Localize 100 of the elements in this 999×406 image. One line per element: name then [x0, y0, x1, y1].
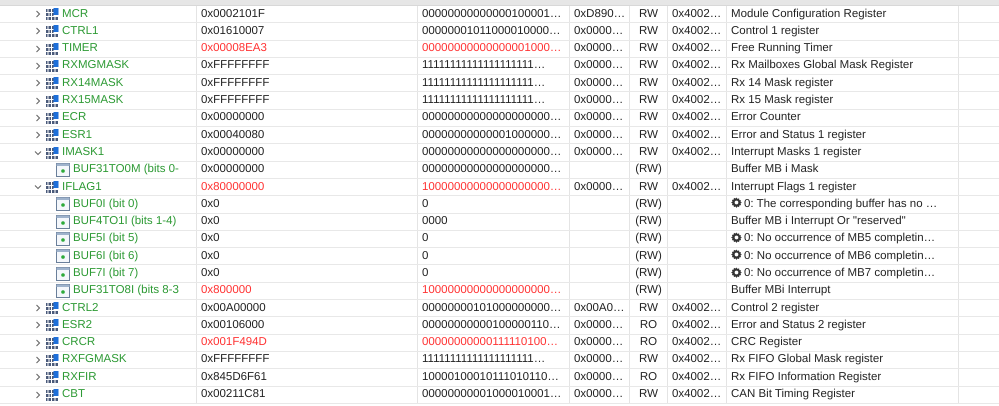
hex-text: 0x0000… [574, 93, 624, 108]
access-text: (RW) [635, 162, 662, 178]
field-name[interactable]: BUF6I (bit 6) [73, 248, 138, 264]
register-icon [46, 319, 59, 332]
hex-text: 0x0000… [574, 370, 624, 385]
bits-text: 0000 [422, 214, 448, 230]
description-text: Interrupt Masks 1 register [731, 144, 862, 160]
bits-text: 00000000000000000000… [422, 162, 562, 178]
register-name[interactable]: RX14MASK [62, 75, 124, 92]
description-text: Rx FIFO Information Register [731, 370, 882, 385]
address-text: 0x4002… [672, 180, 722, 194]
field-name[interactable]: BUF0I (bit 0) [73, 196, 138, 213]
description-text: CAN Bit Timing Register [731, 387, 855, 402]
bits-text: 11111111111111111111… [422, 352, 546, 368]
expand-chevron-icon[interactable] [34, 96, 42, 105]
register-name[interactable]: CRCR [62, 334, 96, 351]
hex-text: 0x0000… [574, 76, 624, 91]
register-name[interactable]: IFLAG1 [62, 178, 102, 196]
register-name[interactable]: RX15MASK [62, 92, 124, 109]
description-text: Rx 14 Mask register [731, 76, 834, 91]
register-name[interactable]: ESR2 [62, 317, 92, 334]
bits-text: 0 [422, 266, 428, 281]
expand-chevron-icon[interactable] [34, 338, 42, 347]
access-text: RW [639, 128, 658, 143]
register-icon [46, 371, 59, 384]
address-text: 0x4002… [672, 76, 722, 91]
value-text: 0x00000000 [201, 110, 264, 126]
value-text: 0x0002101F [201, 6, 265, 22]
register-name[interactable]: CTRL1 [62, 23, 98, 40]
description-text: Interrupt Flags 1 register [731, 180, 856, 194]
access-text: RW [639, 41, 658, 56]
description-text: Buffer MB i Mask [731, 162, 818, 178]
value-text: 0x0 [201, 231, 220, 246]
register-name[interactable]: RXFGMASK [62, 352, 127, 368]
register-name[interactable]: RXFIR [62, 369, 96, 386]
value-text: 0x00000000 [201, 144, 264, 160]
value-text: 0x00008EA3 [201, 41, 267, 56]
value-text: 0xFFFFFFFF [201, 58, 270, 74]
access-text: RW [639, 144, 658, 160]
address-text: 0x4002… [672, 41, 722, 56]
description-text: Error Counter [731, 110, 801, 126]
value-text: 0x00211C81 [201, 387, 266, 402]
expand-chevron-icon[interactable] [34, 304, 42, 312]
expand-chevron-icon[interactable] [34, 373, 42, 382]
expand-chevron-icon[interactable] [34, 62, 42, 70]
collapse-chevron-icon[interactable] [34, 183, 42, 192]
value-text: 0x01610007 [201, 24, 264, 39]
description-text: Buffer MBi Interrupt [731, 283, 830, 298]
hex-text: 0xD890… [574, 6, 626, 22]
address-text: 0x4002… [672, 6, 722, 22]
hex-text: 0x0000… [574, 144, 624, 160]
bits-text: 00000000001000010001… [422, 387, 562, 402]
expand-chevron-icon[interactable] [34, 79, 42, 88]
description-text: CRC Register [731, 335, 802, 350]
description-text: Control 1 register [731, 24, 820, 39]
bits-text: 00000000000000001000… [422, 41, 562, 56]
register-name[interactable]: ECR [62, 110, 86, 126]
register-name[interactable]: ESR1 [62, 127, 92, 144]
bits-text: 10000100010111010110… [422, 370, 559, 385]
bits-text: 0 [422, 248, 428, 264]
hex-text: 0x0000… [574, 41, 624, 56]
hex-text: 0x0000… [574, 58, 624, 74]
register-name[interactable]: MCR [62, 6, 88, 22]
register-icon [46, 146, 59, 159]
expand-chevron-icon[interactable] [34, 44, 42, 53]
field-name[interactable]: BUF31TO8I (bits 8-3 [73, 282, 179, 300]
register-name[interactable]: CTRL2 [62, 300, 98, 316]
bits-text: 00000001011000010000… [422, 24, 561, 39]
bits-text: 10000000000000000000… [422, 180, 562, 194]
hex-text: 0x00A0… [574, 300, 625, 316]
access-text: RW [639, 24, 658, 39]
register-name[interactable]: RXMGMASK [62, 58, 130, 74]
bits-text: 00000000000001000000… [422, 128, 562, 143]
field-name[interactable]: BUF7I (bit 7) [73, 265, 138, 282]
expand-chevron-icon[interactable] [34, 131, 42, 140]
field-name[interactable]: BUF5I (bit 5) [73, 230, 138, 248]
bits-text: 0 [422, 196, 428, 212]
value-text: 0x00106000 [201, 318, 264, 333]
access-text: RO [640, 335, 658, 350]
description-text: 0: The corresponding buffer has no … [744, 196, 938, 212]
register-name[interactable]: CBT [62, 386, 85, 403]
expand-chevron-icon[interactable] [34, 27, 42, 36]
bits-text: 00000000000000000000… [422, 110, 562, 126]
value-text: 0x00A00000 [201, 300, 266, 316]
value-text: 0x800000 [201, 283, 252, 298]
register-name[interactable]: IMASK1 [62, 144, 104, 161]
register-icon [46, 336, 59, 349]
value-text: 0xFFFFFFFF [201, 93, 270, 108]
expand-chevron-icon[interactable] [34, 390, 42, 399]
address-text: 0x4002… [672, 128, 722, 143]
field-name[interactable]: BUF31TO0M (bits 0- [73, 162, 179, 178]
expand-chevron-icon[interactable] [34, 10, 42, 18]
expand-chevron-icon[interactable] [34, 114, 42, 122]
register-name[interactable]: TIMER [62, 40, 98, 57]
access-text: (RW) [635, 266, 662, 281]
expand-chevron-icon[interactable] [34, 321, 42, 330]
access-text: RO [640, 318, 658, 333]
field-name[interactable]: BUF4TO1I (bits 1-4) [73, 214, 176, 230]
expand-chevron-icon[interactable] [34, 356, 42, 364]
collapse-chevron-icon[interactable] [34, 148, 42, 157]
